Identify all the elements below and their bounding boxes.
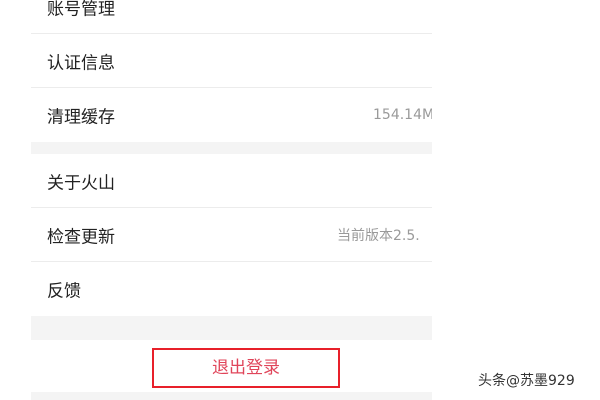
settings-item-account-management[interactable]: 账号管理 [31,0,432,34]
settings-item-feedback[interactable]: 反馈 [31,262,432,316]
watermark-text: 头条@苏墨929 [478,373,575,389]
settings-list: 账号管理 认证信息 清理缓存 154.14M 关于火山 检查更新 当前版本2.5… [31,0,432,400]
settings-item-clear-cache[interactable]: 清理缓存 154.14M [31,88,432,142]
section-gap [31,392,432,400]
section-gap [31,316,432,340]
settings-item-verification[interactable]: 认证信息 [31,34,432,88]
settings-item-check-update[interactable]: 检查更新 当前版本2.5. [31,208,432,262]
settings-item-label: 账号管理 [47,0,115,20]
section-gap [31,142,432,154]
settings-item-label: 反馈 [47,281,81,302]
settings-item-label: 清理缓存 [47,107,115,128]
settings-item-label: 认证信息 [47,53,115,74]
settings-item-label: 检查更新 [47,227,115,248]
settings-item-label: 关于火山 [47,173,115,194]
settings-item-about[interactable]: 关于火山 [31,154,432,208]
version-value: 当前版本2.5. [337,228,420,244]
screen: 账号管理 认证信息 清理缓存 154.14M 关于火山 检查更新 当前版本2.5… [0,0,600,400]
logout-button[interactable]: 退出登录 [152,348,340,388]
cache-size-value: 154.14M [373,107,432,123]
